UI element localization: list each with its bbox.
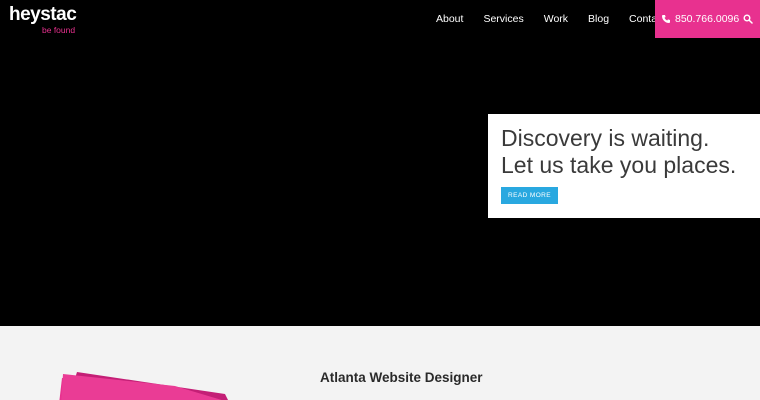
hero-card: Discovery is waiting. Let us take you pl… [488,114,760,218]
nav-item-services[interactable]: Services [483,13,523,25]
page: heystac be found About Services Work Blo… [0,0,760,400]
read-more-button[interactable]: READ MORE [501,187,558,204]
nav-item-about[interactable]: About [436,13,463,25]
intro-section: Atlanta Website Designer [0,326,760,400]
main-nav: About Services Work Blog Contact [436,0,665,38]
hero-banner: Discovery is waiting. Let us take you pl… [0,38,760,326]
pink-cards-graphic [59,372,228,400]
search-icon[interactable] [743,14,753,24]
hero-headline-line-1: Discovery is waiting. [501,125,710,151]
logo-tagline: be found [42,25,76,35]
hero-headline-line-2: Let us take you places. [501,152,737,178]
site-header: heystac be found About Services Work Blo… [0,0,760,38]
section-heading: Atlanta Website Designer [320,370,483,385]
nav-item-blog[interactable]: Blog [588,13,609,25]
phone-button[interactable]: 850.766.0096 [655,0,760,38]
logo-wordmark: heystac [9,4,77,25]
logo[interactable]: heystac be found [9,4,89,36]
phone-number: 850.766.0096 [675,13,740,25]
phone-icon [662,15,670,23]
nav-item-work[interactable]: Work [544,13,568,25]
